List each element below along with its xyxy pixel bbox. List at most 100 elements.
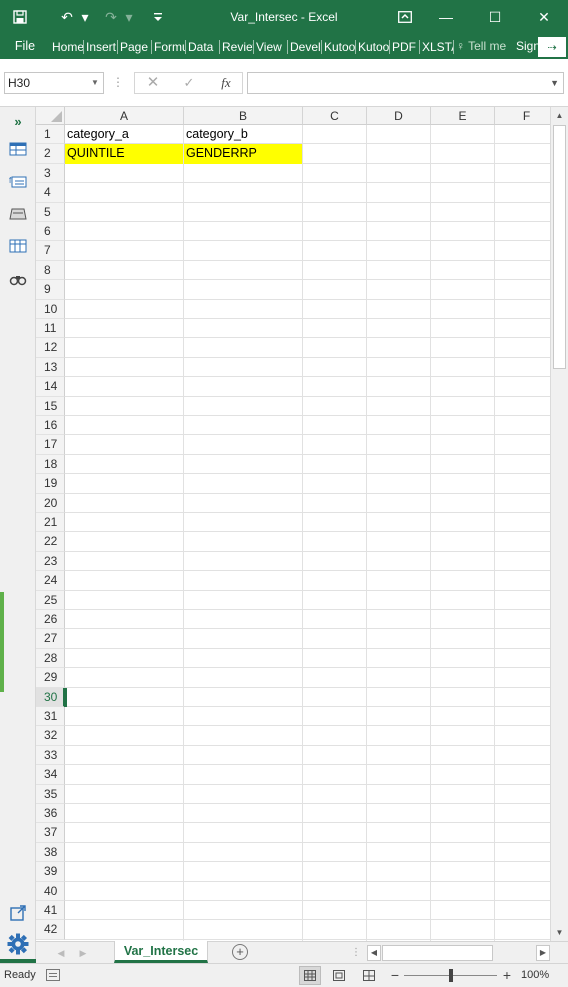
scroll-up-arrow-icon[interactable]: ▲ (551, 107, 568, 124)
tab-pdf[interactable]: PDF (390, 39, 420, 54)
column-header-b[interactable]: B (184, 107, 303, 125)
row-header-22[interactable]: 22 (36, 532, 65, 552)
cell-b1[interactable]: category_b (184, 125, 302, 144)
add-sheet-icon[interactable]: + (232, 944, 248, 960)
row-header-27[interactable]: 27 (36, 629, 65, 649)
worksheet-grid[interactable]: ABCDEF 1 2 3 4 5 6 7 8 9 10 11 12 13 14 15 16 17 18 19 20 21… (36, 107, 550, 941)
vertical-scrollbar[interactable]: ▲ ▼ (550, 107, 568, 941)
row-header-20[interactable]: 20 (36, 493, 65, 513)
row-header-24[interactable]: 24 (36, 571, 65, 591)
tab-developer[interactable]: Developer (288, 39, 322, 54)
row-header-30[interactable]: 30 (36, 687, 65, 707)
column-header-f[interactable]: F (495, 107, 550, 125)
tab-insert[interactable]: Insert (84, 39, 118, 54)
normal-view-icon[interactable] (299, 966, 321, 985)
cell-b2[interactable]: GENDERRP (184, 144, 302, 164)
row-header-2[interactable]: 2 (36, 144, 65, 164)
row-header-29[interactable]: 29 (36, 668, 65, 688)
row-header-21[interactable]: 21 (36, 513, 65, 533)
row-header-25[interactable]: 25 (36, 590, 65, 610)
tab-kutools[interactable]: Kutools (322, 39, 356, 54)
select-all-button[interactable] (36, 107, 65, 125)
row-header-9[interactable]: 9 (36, 280, 65, 300)
row-header-38[interactable]: 38 (36, 842, 65, 863)
column-header-c[interactable]: C (303, 107, 367, 125)
undo-dropdown-icon[interactable]: ▾ (80, 0, 90, 34)
row-header-15[interactable]: 15 (36, 396, 65, 416)
insert-function-icon[interactable]: fx (215, 73, 237, 93)
row-header-41[interactable]: 41 (36, 901, 65, 921)
sheet-tab-var-intersec[interactable]: Var_Intersec (114, 941, 208, 963)
row-header-13[interactable]: 13 (36, 357, 65, 378)
column-header-e[interactable]: E (431, 107, 495, 125)
scroll-left-arrow-icon[interactable]: ◀ (367, 945, 381, 961)
row-header-5[interactable]: 5 (36, 202, 65, 222)
tab-page-layout[interactable]: Page Layout (118, 39, 152, 54)
row-header-36[interactable]: 36 (36, 804, 65, 824)
row-header-34[interactable]: 34 (36, 765, 65, 785)
share-button[interactable]: ⇢ (538, 37, 566, 57)
undo-icon[interactable]: ↶ (56, 0, 78, 34)
row-header-8[interactable]: 8 (36, 260, 65, 281)
expand-formula-bar-icon[interactable]: ▼ (550, 73, 559, 93)
tab-xlstat[interactable]: XLSTAT (420, 39, 454, 54)
scroll-right-arrow-icon[interactable]: ▶ (536, 945, 550, 961)
horizontal-scroll-thumb[interactable] (382, 945, 493, 961)
name-manager-icon[interactable] (8, 204, 28, 224)
row-header-1[interactable]: 1 (36, 125, 65, 145)
save-icon[interactable] (6, 0, 34, 34)
row-header-7[interactable]: 7 (36, 241, 65, 261)
zoom-out-button[interactable]: − (388, 964, 402, 987)
tab-home[interactable]: Home (50, 39, 84, 54)
formula-input[interactable]: ▼ (247, 72, 564, 94)
row-header-33[interactable]: 33 (36, 745, 65, 766)
enter-icon[interactable]: ✓ (179, 73, 199, 93)
row-header-40[interactable]: 40 (36, 881, 65, 901)
row-header-28[interactable]: 28 (36, 648, 65, 669)
row-header-23[interactable]: 23 (36, 551, 65, 572)
expand-pane-icon[interactable]: » (8, 111, 28, 131)
page-break-preview-icon[interactable] (358, 966, 380, 985)
row-header-32[interactable]: 32 (36, 726, 65, 746)
row-header-4[interactable]: 4 (36, 183, 65, 203)
redo-dropdown-icon[interactable]: ▾ (124, 0, 134, 34)
previous-sheet-arrow-icon[interactable]: ◀ (54, 942, 68, 964)
scroll-down-arrow-icon[interactable]: ▼ (551, 924, 568, 941)
tell-me-search[interactable]: ♀ Tell me (454, 34, 514, 59)
zoom-in-button[interactable]: + (500, 964, 514, 987)
row-header-18[interactable]: 18 (36, 454, 65, 475)
row-header-26[interactable]: 26 (36, 610, 65, 630)
row-header-35[interactable]: 35 (36, 784, 65, 804)
row-header-16[interactable]: 16 (36, 416, 65, 436)
maximize-button[interactable]: ☐ (475, 0, 515, 34)
close-button[interactable]: ✕ (522, 0, 566, 34)
row-header-6[interactable]: 6 (36, 222, 65, 242)
page-layout-view-icon[interactable] (328, 966, 350, 985)
workbook-sheets-icon[interactable] (8, 139, 28, 159)
row-header-39[interactable]: 39 (36, 862, 65, 882)
row-header-42[interactable]: 42 (36, 920, 65, 940)
tab-review[interactable]: Review (220, 39, 254, 54)
tab-kutools-plus[interactable]: Kutools Plus (356, 39, 390, 54)
open-external-icon[interactable] (8, 903, 28, 923)
cell-a1[interactable]: category_a (65, 125, 183, 144)
ribbon-display-options-icon[interactable] (392, 0, 418, 34)
cell-a2[interactable]: QUINTILE (65, 144, 183, 164)
name-box-dropdown-icon[interactable]: ▼ (88, 72, 102, 94)
row-header-3[interactable]: 3 (36, 163, 65, 184)
cancel-icon[interactable]: ✕ (143, 73, 163, 93)
settings-gear-icon[interactable] (7, 933, 29, 955)
column-list-icon[interactable] (8, 236, 28, 256)
column-header-a[interactable]: A (65, 107, 184, 125)
tab-data[interactable]: Data (186, 39, 220, 54)
column-header-d[interactable]: D (367, 107, 431, 125)
pane-resize-handle[interactable] (0, 592, 4, 692)
find-replace-icon[interactable] (8, 269, 28, 289)
row-header-12[interactable]: 12 (36, 338, 65, 358)
zoom-slider-thumb[interactable] (448, 969, 453, 982)
row-header-31[interactable]: 31 (36, 707, 65, 727)
row-header-10[interactable]: 10 (36, 299, 65, 319)
customize-toolbar-icon[interactable] (150, 0, 166, 34)
macro-recording-icon[interactable] (46, 969, 60, 981)
row-header-37[interactable]: 37 (36, 823, 65, 843)
